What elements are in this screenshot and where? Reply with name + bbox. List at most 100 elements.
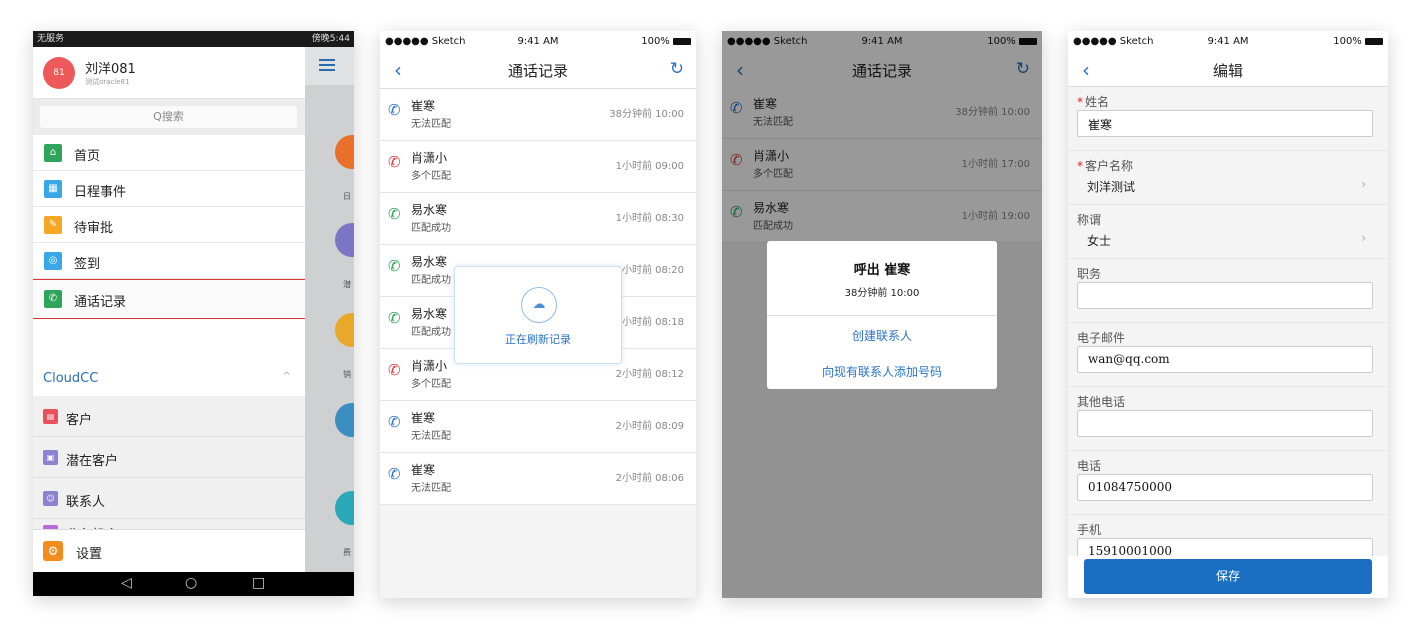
call-time: 1小时前 09:00: [615, 161, 684, 172]
field-select-value[interactable]: 女士: [1087, 232, 1111, 249]
call-log-row[interactable]: ✆ 崔寒 无法匹配 38分钟前 10:00: [380, 89, 696, 141]
field-select-value[interactable]: 刘洋测试: [1087, 178, 1135, 195]
match-status: 匹配成功: [411, 275, 451, 286]
hamburger-icon[interactable]: [319, 59, 335, 71]
account-icon: ▤: [43, 409, 58, 424]
module-circle-icon: [335, 135, 354, 169]
menu-item-leads[interactable]: ▣ 潜在客户: [33, 437, 305, 478]
menu-item-home[interactable]: ⌂ 首页: [33, 135, 305, 171]
outgoing-call-icon: ✆: [388, 465, 401, 483]
location-pin-icon: ◎: [44, 252, 62, 270]
status-bar: ●●●●● Sketch 9:41 AM 100%: [380, 31, 696, 51]
user-subtitle: 测试oracle81: [85, 78, 130, 86]
match-status: 无法匹配: [411, 431, 451, 442]
user-header[interactable]: 81 刘洋081 测试oracle81: [33, 47, 305, 99]
nav-bar: ‹ 通话记录 ↻: [380, 51, 696, 89]
form-field: 电话 01084750000: [1068, 451, 1388, 515]
field-input[interactable]: [1077, 410, 1373, 437]
incoming-call-icon: ✆: [388, 257, 401, 275]
field-label: 手机: [1077, 523, 1102, 537]
battery-icon: [1365, 37, 1383, 45]
phone-icon: ✆: [44, 290, 62, 308]
back-triangle-icon[interactable]: ◁: [121, 575, 132, 591]
recent-apps-icon[interactable]: □: [252, 575, 265, 591]
chevron-up-icon: ^: [282, 371, 291, 382]
page-title: 通话记录: [507, 62, 568, 80]
home-peek[interactable]: 日 潜 销 费: [305, 47, 354, 572]
caller-name: 崔寒: [411, 411, 436, 425]
section-cloudcc[interactable]: CloudCC ^: [33, 360, 305, 396]
search-input[interactable]: Q搜索: [40, 106, 297, 128]
status-bar: 无服务 傍晚5:44: [33, 31, 354, 47]
status-time: 傍晚5:44: [311, 34, 350, 44]
call-time: 1小时前 08:18: [615, 317, 684, 328]
caller-name: 易水寒: [411, 307, 448, 321]
menu-item-calendar[interactable]: ▦ 日程事件: [33, 171, 305, 207]
call-time: 38分钟前 10:00: [609, 109, 684, 120]
field-label: * 姓名: [1077, 95, 1110, 109]
peek-label: 日: [343, 192, 351, 201]
caller-name: 肖潇小: [411, 359, 448, 373]
menu-item-checkin[interactable]: ◎ 签到: [33, 243, 305, 279]
field-label: 称谓: [1077, 213, 1102, 227]
save-button[interactable]: 保存: [1084, 559, 1372, 594]
menu-item-accounts[interactable]: ▤ 客户: [33, 396, 305, 437]
module-circle-icon: [335, 223, 354, 257]
screen-call-log-dialog: ●●●●● Sketch 9:41 AM 100% ‹ 通话记录 ↻ ✆ 崔寒 无法…: [722, 31, 1042, 598]
call-time: 2小时前 08:06: [615, 473, 684, 484]
incoming-call-icon: ✆: [388, 205, 401, 223]
contact-icon: ☺: [43, 491, 58, 506]
caller-name: 崔寒: [411, 463, 436, 477]
screen-drawer: 无服务 傍晚5:44 日 潜 销 费 首页 81 刘洋081 测试oracle8…: [33, 31, 354, 596]
android-nav-bar: ◁ ○ □: [33, 572, 354, 596]
field-input[interactable]: [1077, 282, 1373, 309]
status-carrier: 无服务: [37, 34, 65, 44]
match-status: 多个匹配: [411, 379, 451, 390]
refresh-icon[interactable]: ↻: [670, 59, 684, 79]
form-field: 电子邮件 wan@qq.com: [1068, 323, 1388, 387]
call-time: 1小时前 08:30: [615, 213, 684, 224]
menu-item-approval[interactable]: ✎ 待审批: [33, 207, 305, 243]
menu-item-call-log[interactable]: ✆ 通话记录: [33, 279, 305, 319]
gear-icon: ⚙: [43, 541, 63, 561]
field-label: 电子邮件: [1077, 331, 1126, 345]
missed-call-icon: ✆: [388, 153, 401, 171]
nav-bar: ‹ 编辑: [1068, 51, 1388, 87]
loading-toast: ☁ 正在刷新记录: [454, 266, 622, 364]
calendar-icon: ▦: [44, 180, 62, 198]
status-bar: ●●●●● Sketch 9:41 AM 100%: [1068, 31, 1388, 51]
caller-name: 易水寒: [411, 203, 448, 217]
menu-item-settings[interactable]: ⚙ 设置: [33, 529, 305, 572]
add-to-contact-button[interactable]: 向现有联系人添加号码: [767, 363, 997, 380]
missed-call-icon: ✆: [388, 361, 401, 379]
module-circle-icon: [335, 491, 354, 525]
call-log-row[interactable]: ✆ 易水寒 匹配成功 1小时前 08:30: [380, 193, 696, 245]
caller-name: 易水寒: [411, 255, 448, 269]
chevron-right-icon: ›: [1361, 177, 1366, 191]
create-contact-button[interactable]: 创建联系人: [767, 327, 997, 344]
call-log-row[interactable]: ✆ 崔寒无法匹配 2小时前 08:09: [380, 401, 696, 453]
user-name: 刘洋081: [85, 62, 136, 77]
call-action-dialog: 呼出 崔寒 38分钟前 10:00 创建联系人 向现有联系人添加号码: [767, 241, 997, 389]
call-log-row[interactable]: ✆ 肖潇小 多个匹配 1小时前 09:00: [380, 141, 696, 193]
loading-text: 正在刷新记录: [505, 333, 571, 346]
field-label: 电话: [1077, 459, 1102, 473]
home-circle-icon[interactable]: ○: [185, 575, 197, 591]
call-time: 2小时前 08:09: [615, 421, 684, 432]
match-status: 无法匹配: [411, 119, 451, 130]
approval-icon: ✎: [44, 216, 62, 234]
match-status: 匹配成功: [411, 327, 451, 338]
form-field: * 姓名 崔寒: [1068, 87, 1388, 151]
outgoing-call-icon: ✆: [388, 101, 401, 119]
call-log-row[interactable]: ✆ 崔寒 无法匹配 2小时前 08:06: [380, 453, 696, 505]
outgoing-call-icon: ✆: [388, 413, 401, 431]
call-time: 2小时前 08:12: [615, 369, 684, 380]
field-input[interactable]: 01084750000: [1077, 474, 1373, 501]
menu-item-contacts[interactable]: ☺ 联系人: [33, 478, 305, 519]
call-time: 1小时前 08:20: [615, 265, 684, 276]
field-input[interactable]: wan@qq.com: [1077, 346, 1373, 373]
avatar: 81: [43, 57, 75, 89]
field-input[interactable]: 崔寒: [1077, 110, 1373, 137]
field-label: 职务: [1077, 267, 1102, 281]
home-icon: ⌂: [44, 144, 62, 162]
